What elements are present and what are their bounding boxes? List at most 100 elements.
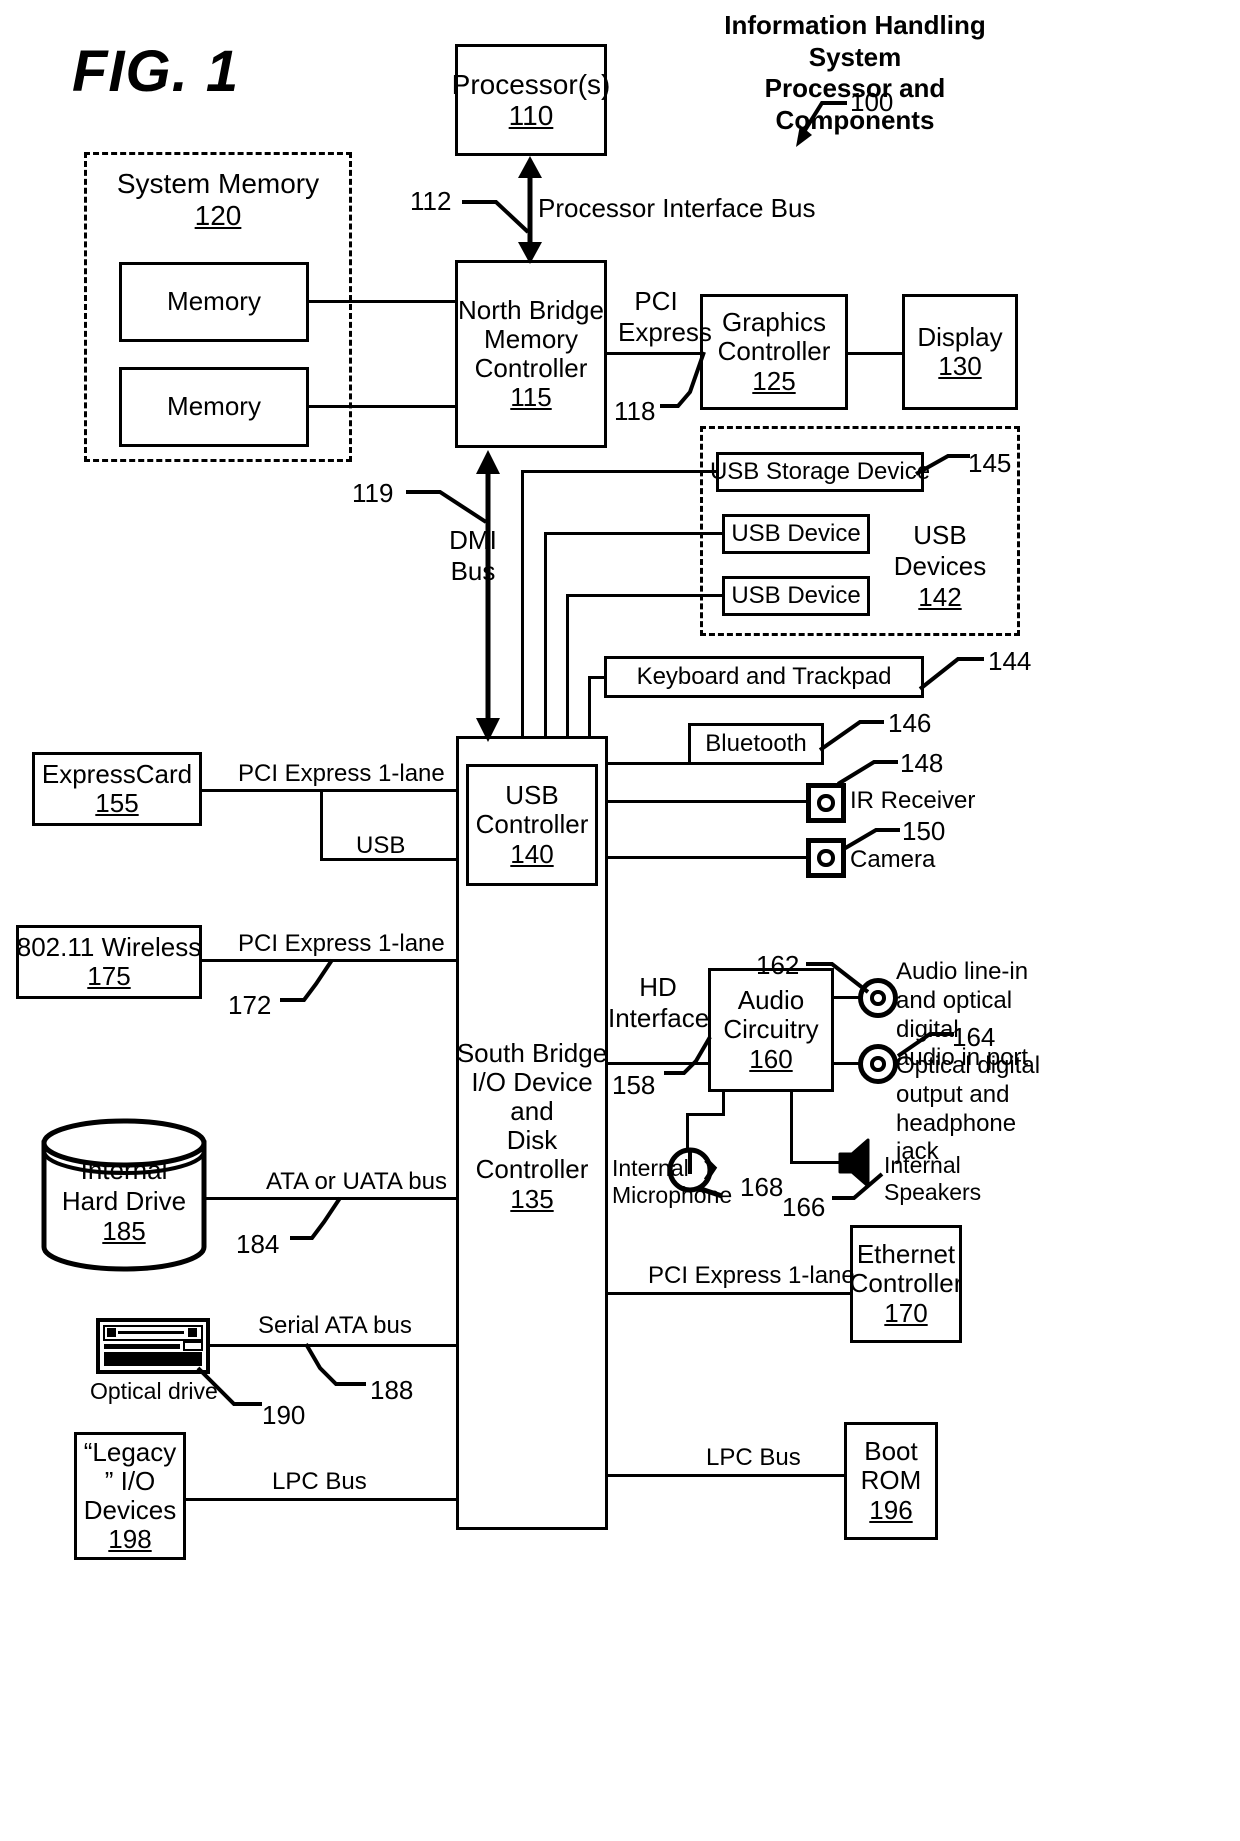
ref-162: 162 (756, 950, 800, 980)
pcie-1lane-ethernet-label: PCI Express 1-lane (648, 1262, 855, 1289)
ref-190: 190 (262, 1400, 306, 1430)
graphics-controller-block: Graphics Controller 125 (700, 294, 848, 410)
internal-microphone-label: Internal Microphone (612, 1155, 732, 1209)
line-expresscard-southbridge (200, 789, 458, 792)
ethernet-controller-block: Ethernet Controller 170 (850, 1225, 962, 1343)
hd-interface-line2: Interface (608, 1003, 710, 1033)
audio-output-label: Optical digital output and headphone jac… (896, 1052, 1052, 1167)
usb-controller-line2: Controller (475, 809, 589, 840)
expresscard-label: ExpressCard (41, 758, 193, 789)
dmi-line2: Bus (450, 556, 496, 586)
ref-190-leader (196, 1366, 262, 1406)
ethernet-controller-num: 170 (884, 1297, 928, 1328)
line-usbctrl-camera (604, 856, 808, 859)
line-usbbus-dev1-v (544, 532, 547, 760)
ref-119-leader (406, 490, 488, 524)
expresscard-block: ExpressCard 155 (32, 752, 202, 826)
ref-172: 172 (228, 990, 272, 1020)
wireless-label: 802.11 Wireless (16, 931, 202, 962)
internal-hard-drive-line1: Internal (80, 1155, 168, 1185)
ref-112: 112 (410, 186, 452, 216)
usb-storage-device-label: USB Storage Device (709, 457, 931, 485)
line-expresscard-usb-v (320, 789, 323, 861)
display-num: 130 (938, 351, 982, 381)
processor-label: Processor(s) (451, 68, 611, 100)
wireless-block: 802.11 Wireless 175 (16, 925, 202, 999)
system-memory-title: System Memory 120 (84, 168, 352, 232)
optical-drive-icon (96, 1318, 210, 1374)
line-memory1-northbridge (307, 300, 457, 303)
ref-158-leader (664, 1035, 712, 1075)
memory-block-1: Memory (119, 262, 309, 342)
figure-header: Information Handling System Processor an… (690, 10, 1020, 137)
processor-block: Processor(s) 110 (452, 44, 610, 156)
ref-118-leader (660, 351, 706, 408)
ata-uata-bus-label: ATA or UATA bus (266, 1168, 447, 1195)
south-bridge-line3: and (510, 1096, 554, 1127)
audio-out-line2: output and (896, 1080, 1010, 1108)
south-bridge-line4: Disk (506, 1125, 558, 1156)
boot-rom-line2: ROM (860, 1465, 922, 1496)
internal-speakers-line1: Internal (884, 1152, 961, 1178)
memory-1-label: Memory (167, 286, 261, 317)
lpc-bus-right-label: LPC Bus (706, 1444, 801, 1471)
ref-172-leader (280, 958, 334, 1002)
pcie-1lane-expresscard-label: PCI Express 1-lane (238, 760, 445, 787)
pcie-1lane-wireless-label: PCI Express 1-lane (238, 930, 445, 957)
ref-145-leader (915, 454, 970, 476)
figure-header-line-1: Information Handling System (724, 10, 986, 72)
hd-interface-line1: HD (639, 972, 677, 1002)
system-memory-name: System Memory (116, 168, 320, 199)
boot-rom-line1: Boot (864, 1436, 918, 1467)
audio-circuitry-line1: Audio (737, 985, 805, 1016)
north-bridge-line1: North Bridge (458, 294, 604, 325)
north-bridge-block: North Bridge Memory Controller 115 (455, 260, 607, 448)
ref-164: 164 (952, 1022, 996, 1052)
graphics-controller-num: 125 (752, 365, 796, 396)
ethernet-controller-line2: Controller (849, 1268, 963, 1299)
usb-devices-line2: Devices (893, 551, 987, 581)
ref-144-leader (918, 657, 984, 691)
legacy-io-line1: “Legacy (83, 1436, 177, 1467)
usb-bus-label: USB (356, 832, 406, 859)
line-southbridge-ethernet (606, 1292, 852, 1295)
audio-out-line1: Optical digital (896, 1052, 1041, 1079)
internal-mic-line1: Internal (612, 1155, 689, 1181)
ref-184: 184 (236, 1229, 280, 1259)
display-block: Display 130 (902, 294, 1018, 410)
line-usbctrl-ir (604, 800, 808, 803)
internal-hard-drive-num: 185 (102, 1216, 146, 1247)
figure-label: FIG. 1 (72, 39, 240, 104)
line-graphics-display (846, 352, 904, 355)
north-bridge-line2: Memory (484, 323, 578, 354)
ref-150: 150 (902, 816, 946, 846)
graphics-controller-line1: Graphics (721, 307, 827, 338)
display-label: Display (917, 321, 1003, 352)
bluetooth-label: Bluetooth (705, 729, 807, 757)
usb-device-1-block: USB Device (722, 514, 870, 554)
processor-interface-bus-label: Processor Interface Bus (538, 193, 816, 223)
line-usbbus-storage-v (521, 470, 524, 760)
audio-output-jack-icon (858, 1044, 898, 1084)
hd-interface-label: HD Interface (608, 972, 710, 1034)
ref-166: 166 (782, 1192, 826, 1222)
internal-speakers-line2: Speakers (884, 1179, 982, 1206)
line-usbbus-dev2 (566, 594, 724, 597)
figure-header-line-2: Processor and Components (764, 73, 946, 136)
ref-166-leader (832, 1172, 884, 1200)
ref-112-leader (462, 200, 530, 234)
internal-mic-line2: Microphone (612, 1182, 733, 1209)
expresscard-num: 155 (95, 788, 139, 818)
usb-device-2-block: USB Device (722, 576, 870, 616)
processor-num: 110 (508, 100, 554, 131)
line-southbridge-bootrom (606, 1474, 846, 1477)
boot-rom-num: 196 (869, 1494, 913, 1525)
legacy-io-line2: ” I/O (104, 1465, 156, 1496)
ref-119: 119 (352, 478, 394, 508)
internal-hard-drive-label: Internal Hard Drive 185 (38, 1155, 210, 1247)
south-bridge-num: 135 (510, 1183, 554, 1214)
usb-controller-line1: USB (505, 780, 559, 811)
line-audio-speaker-h (790, 1161, 842, 1164)
bluetooth-block: Bluetooth (688, 723, 824, 765)
line-usbbus-dev1 (544, 532, 724, 535)
